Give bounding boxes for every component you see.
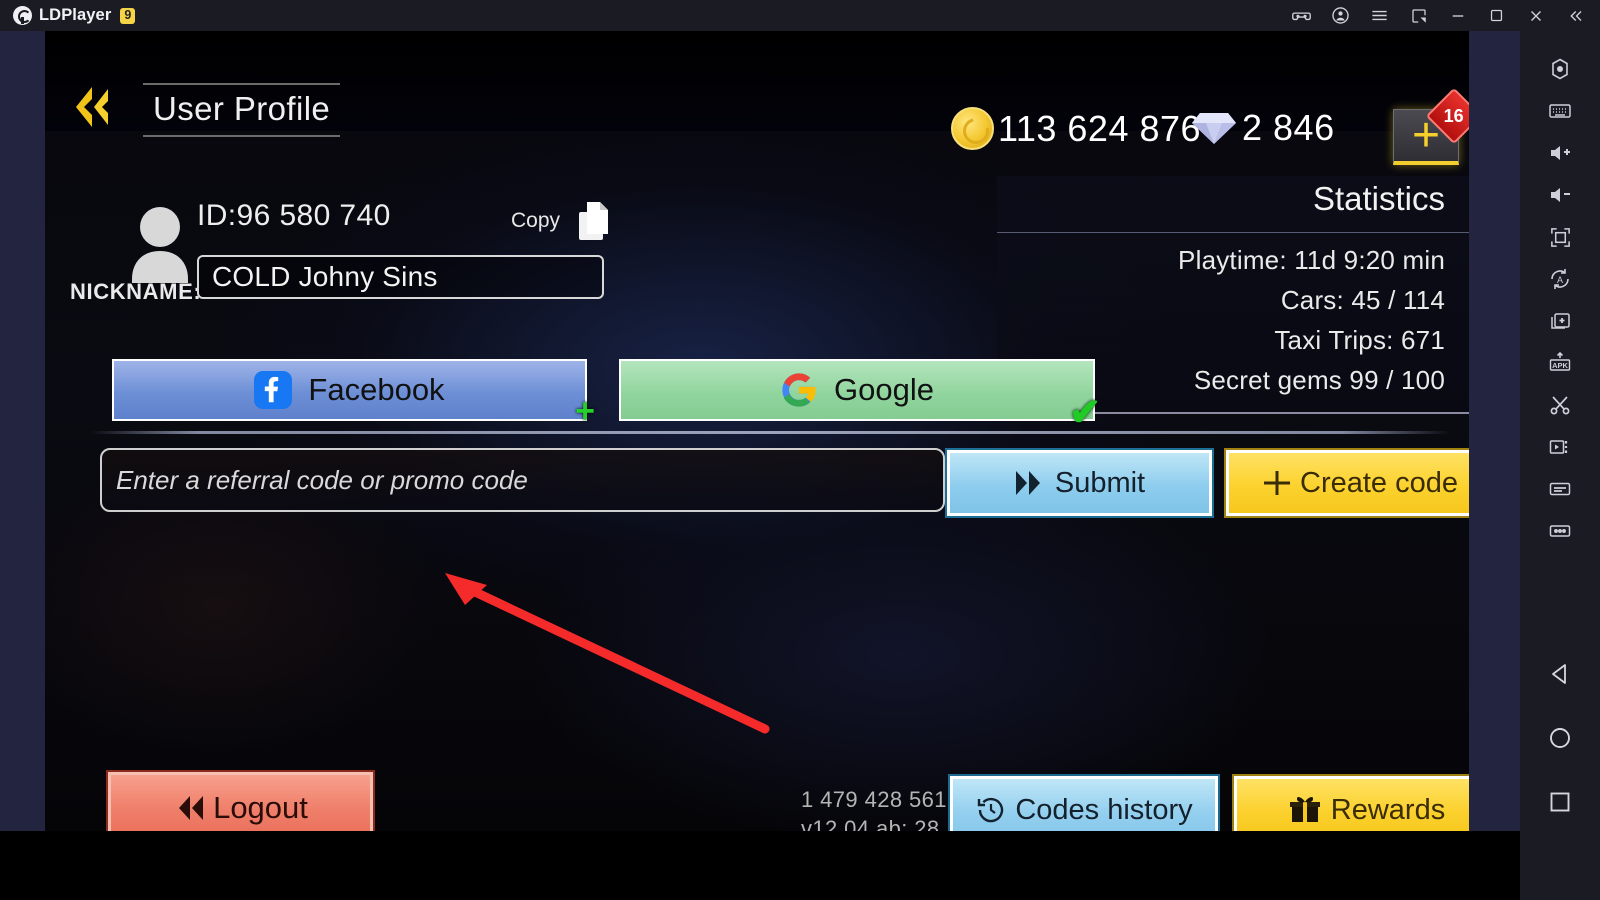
keyboard-icon[interactable] bbox=[1520, 91, 1600, 131]
version-info: 1 479 428 561 v12.04 ab: 28 bbox=[801, 785, 947, 831]
apk-install-icon[interactable]: APK bbox=[1520, 343, 1600, 383]
ldplayer-window: LDPlayer 9 User Profile 113 624 876 2 84… bbox=[0, 0, 1600, 900]
google-icon bbox=[782, 373, 816, 407]
multi-instance-icon[interactable] bbox=[1520, 301, 1600, 341]
collapse-icon[interactable] bbox=[1555, 0, 1594, 31]
nickname-value: COLD Johny Sins bbox=[212, 261, 438, 292]
plus-icon bbox=[1264, 471, 1290, 495]
double-chevron-left-icon bbox=[179, 796, 204, 820]
statistics-divider bbox=[997, 232, 1469, 233]
add-currency-button[interactable]: + 16 bbox=[1393, 87, 1469, 165]
gamepad-icon[interactable] bbox=[1282, 0, 1321, 31]
menu-icon[interactable] bbox=[1360, 0, 1399, 31]
close-icon[interactable] bbox=[1516, 0, 1555, 31]
window-controls bbox=[1282, 0, 1600, 31]
page-title-wrap: User Profile bbox=[143, 83, 341, 137]
more-icon[interactable] bbox=[1520, 511, 1600, 551]
android-recents-icon[interactable] bbox=[1540, 785, 1580, 819]
stat-row: Taxi Trips: 671 bbox=[1274, 325, 1445, 355]
copy-label: Copy bbox=[511, 209, 561, 232]
gem-amount: 2 846 bbox=[1242, 107, 1335, 148]
app-title: LDPlayer bbox=[39, 6, 112, 24]
minimize-icon[interactable] bbox=[1438, 0, 1477, 31]
submit-label: Submit bbox=[1054, 466, 1146, 499]
gem-counter: 2 846 bbox=[1190, 107, 1335, 149]
double-chevron-right-icon bbox=[1015, 471, 1040, 495]
restore-icon[interactable] bbox=[1399, 0, 1438, 31]
facebook-label: Facebook bbox=[308, 372, 445, 407]
copy-icon bbox=[579, 202, 609, 240]
volume-up-icon[interactable] bbox=[1520, 133, 1600, 173]
left-gutter bbox=[0, 31, 45, 831]
settings-icon[interactable] bbox=[1520, 49, 1600, 89]
nickname-input[interactable]: COLD Johny Sins bbox=[197, 255, 604, 299]
coin-counter: 113 624 876 bbox=[951, 107, 1201, 150]
facebook-icon bbox=[254, 371, 293, 409]
google-label: Google bbox=[834, 372, 934, 407]
build-version: v12.04 ab: 28 bbox=[801, 816, 940, 831]
right-gutter bbox=[1469, 31, 1520, 831]
stat-row: Cars: 45 / 114 bbox=[1280, 285, 1445, 315]
stat-row: Secret gems 99 / 100 bbox=[1193, 365, 1445, 395]
bottom-black-bar bbox=[0, 831, 1600, 900]
svg-text:A: A bbox=[1557, 275, 1563, 285]
svg-text:APK: APK bbox=[1552, 361, 1568, 370]
codes-history-label: Codes history bbox=[1015, 793, 1193, 826]
statistics-title: Statistics bbox=[1312, 180, 1445, 217]
promo-divider bbox=[90, 431, 1450, 434]
page-title: User Profile bbox=[143, 83, 341, 137]
avatar-icon bbox=[132, 207, 188, 283]
codes-history-button[interactable]: Codes history bbox=[950, 776, 1218, 831]
google-check-badge: ✔ bbox=[1069, 392, 1101, 434]
logout-button[interactable]: Logout bbox=[106, 770, 375, 831]
app-version-badge: 9 bbox=[120, 7, 136, 24]
diamond-icon bbox=[1192, 113, 1236, 144]
coin-amount: 113 624 876 bbox=[998, 107, 1202, 149]
clock-history-icon bbox=[978, 797, 1004, 823]
emulator-toolbar: A APK bbox=[1520, 31, 1600, 900]
promo-code-placeholder: Enter a referral code or promo code bbox=[116, 464, 528, 495]
record-video-icon[interactable] bbox=[1520, 427, 1600, 467]
android-nav-group bbox=[1540, 657, 1580, 819]
nickname-label: NICKNAME: bbox=[70, 279, 202, 304]
rewards-button[interactable]: Rewards ! bbox=[1234, 776, 1469, 831]
maximize-icon[interactable] bbox=[1477, 0, 1516, 31]
back-double-chevron-icon[interactable] bbox=[62, 79, 118, 135]
create-code-label: Create code bbox=[1300, 466, 1458, 499]
fullscreen-icon[interactable] bbox=[1520, 217, 1600, 257]
logout-label: Logout bbox=[213, 790, 308, 825]
gift-icon bbox=[1289, 797, 1320, 822]
promo-code-input[interactable]: Enter a referral code or promo code bbox=[100, 448, 945, 512]
copy-button[interactable]: Copy bbox=[511, 199, 614, 243]
facebook-plus-badge: + bbox=[575, 392, 595, 430]
coin-icon bbox=[951, 107, 994, 150]
titlebar: LDPlayer 9 bbox=[0, 0, 1600, 31]
android-back-icon[interactable] bbox=[1540, 657, 1580, 691]
google-login-button[interactable]: Google ✔ bbox=[619, 359, 1101, 434]
statistics-list: Playtime: 11d 9:20 min Cars: 45 / 114 Ta… bbox=[1178, 240, 1445, 400]
android-home-icon[interactable] bbox=[1540, 721, 1580, 755]
volume-down-icon[interactable] bbox=[1520, 175, 1600, 215]
shake-icon[interactable] bbox=[1520, 469, 1600, 509]
auto-rotate-icon[interactable]: A bbox=[1520, 259, 1600, 299]
brand: LDPlayer 9 bbox=[0, 6, 136, 25]
facebook-login-button[interactable]: Facebook + bbox=[112, 359, 595, 430]
create-code-button[interactable]: Create code bbox=[1226, 450, 1469, 516]
stat-row: Playtime: 11d 9:20 min bbox=[1178, 245, 1445, 275]
rewards-label: Rewards bbox=[1330, 793, 1446, 826]
submit-button[interactable]: Submit bbox=[947, 450, 1212, 516]
game-screen: User Profile 113 624 876 2 846 + 16 NICK… bbox=[45, 31, 1469, 831]
add-currency-badge-count: 16 bbox=[1443, 105, 1465, 126]
account-icon[interactable] bbox=[1321, 0, 1360, 31]
ldplayer-logo-icon bbox=[13, 6, 32, 25]
user-id: ID:96 580 740 bbox=[197, 199, 391, 232]
scissors-icon[interactable] bbox=[1520, 385, 1600, 425]
red-arrow-annotation bbox=[445, 573, 770, 734]
player-number: 1 479 428 561 bbox=[801, 787, 947, 812]
